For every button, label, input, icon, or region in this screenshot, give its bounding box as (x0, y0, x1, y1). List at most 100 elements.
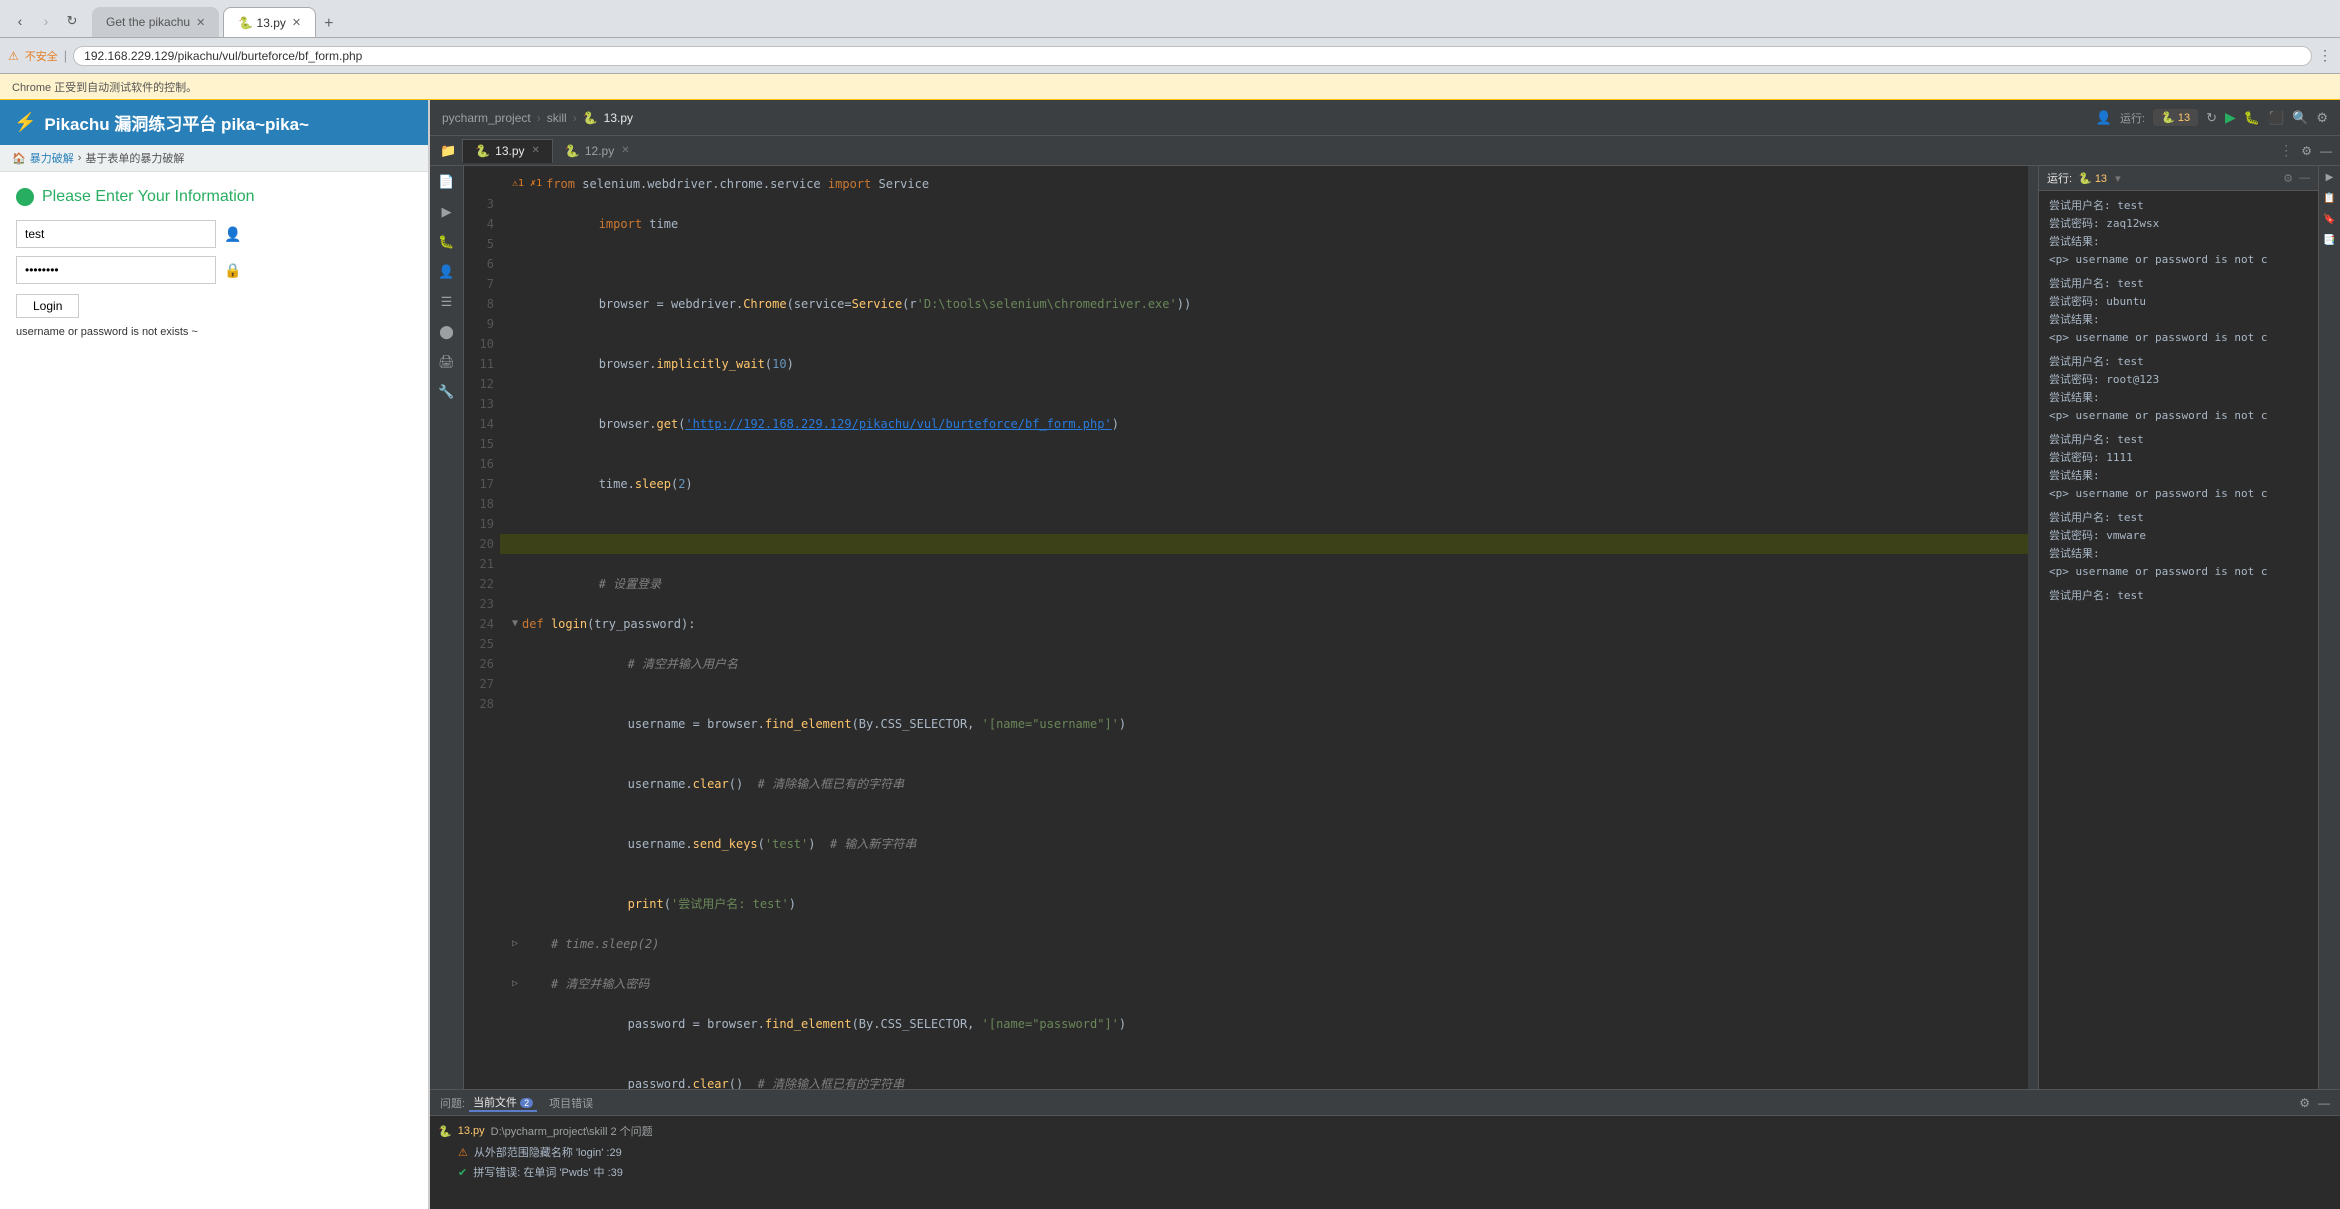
address-bar-container: ⚠ 不安全 | 192.168.229.129/pikachu/vul/burt… (0, 38, 2340, 74)
out-line-14: 尝试密码: 1111 (2049, 449, 2308, 467)
run-collapse-icon[interactable]: — (2299, 172, 2310, 184)
structure-icon[interactable]: ☰ (441, 294, 453, 310)
tab-inactive[interactable]: Get the pikachu ✕ (92, 7, 219, 37)
stop-icon[interactable]: ⬛ (2268, 110, 2284, 126)
extension-icon: ⋮ (2318, 47, 2332, 64)
run-settings-icon[interactable]: ⚙ (2283, 172, 2293, 185)
ide-path-skill: skill (547, 111, 567, 125)
code-line-8: browser.get('http://192.168.229.129/pika… (500, 394, 2028, 454)
ide-filename: 13.py (604, 111, 633, 125)
form-title: Please Enter Your Information (16, 188, 412, 206)
tab-active[interactable]: 🐍 13.py ✕ (223, 7, 316, 37)
forward-button[interactable]: › (34, 9, 58, 33)
tab-active-close[interactable]: ✕ (292, 16, 301, 29)
tab-13py[interactable]: 🐍 13.py ✕ (462, 139, 553, 163)
username-field-group: 👤 (16, 220, 412, 248)
tab-project-errors[interactable]: 项目错误 (549, 1095, 593, 1111)
settings-icon[interactable]: ⚙ (2316, 110, 2328, 126)
breakpoints-icon[interactable]: ⬤ (439, 324, 454, 340)
run-icon[interactable]: ▶ (2225, 109, 2236, 126)
out-line-6: 尝试密码: ubuntu (2049, 293, 2308, 311)
address-text[interactable]: 192.168.229.129/pikachu/vul/burteforce/b… (73, 46, 2312, 66)
problem-item-2[interactable]: ✔ 拼写错误: 在单词 'Pwds' 中 :39 (438, 1162, 2332, 1182)
settings-tab-icon[interactable]: ⚙ (2297, 144, 2316, 158)
ide-panel: pycharm_project › skill › 🐍 13.py 👤 运行: … (430, 100, 2340, 1209)
out-line-15: 尝试结果: (2049, 467, 2308, 485)
pokeball-icon: ⚡ (14, 112, 36, 133)
right-strip-icon-4[interactable]: 📑 (2323, 235, 2335, 246)
fold-marker-19: ▷ (512, 934, 518, 954)
code-content[interactable]: ⚠1 ✗1 from selenium.webdriver.chrome.ser… (500, 166, 2028, 1089)
out-line-2: 尝试密码: zaq12wsx (2049, 215, 2308, 233)
password-field-group: 🔒 (16, 256, 412, 284)
tab-12py-close[interactable]: ✕ (621, 145, 629, 156)
code-line-18: print('尝试用户名: test') (500, 874, 2028, 934)
problems-count-badge: 2 (520, 1098, 533, 1108)
breadcrumb-sep1: › (78, 152, 82, 164)
collapse-tab-icon[interactable]: — (2316, 144, 2336, 158)
ide-right-strip: ▶ 📋 🔖 📑 (2318, 166, 2340, 1089)
code-line-9: time.sleep(2) (500, 454, 2028, 514)
ok-problem-icon: ✔ (458, 1166, 467, 1179)
back-button[interactable]: ‹ (8, 9, 32, 33)
tab-current-file[interactable]: 当前文件 2 (469, 1094, 537, 1112)
problem-text-1: 从外部范围隐藏名称 'login' :29 (474, 1144, 622, 1160)
debug-sidebar-icon[interactable]: 🐛 (438, 234, 454, 250)
nav-buttons: ‹ › ↻ (8, 9, 84, 33)
code-line-3: ⚠1 ✗1 from selenium.webdriver.chrome.ser… (500, 174, 2028, 194)
bottom-settings-icon[interactable]: ⚙ (2299, 1096, 2310, 1110)
username-input[interactable] (16, 220, 216, 248)
reload-button[interactable]: ↻ (60, 9, 84, 33)
run-output-chevron[interactable]: ▾ (2115, 172, 2121, 185)
new-tab-button[interactable]: + (320, 15, 337, 33)
warning-problem-icon: ⚠ (458, 1146, 468, 1159)
profile-icon[interactable]: 👤 (2096, 110, 2112, 126)
profile-sidebar-icon[interactable]: 👤 (438, 264, 454, 280)
refresh-icon[interactable]: ↻ (2206, 110, 2217, 126)
bottom-collapse-icon[interactable]: — (2318, 1096, 2330, 1110)
problem-item-1[interactable]: ⚠ 从外部范围隐藏名称 'login' :29 (438, 1142, 2332, 1162)
file-tree-toggle[interactable]: 📁 (434, 143, 462, 159)
fold-marker-13: ▼ (512, 614, 518, 634)
warning-icon: ⚠ (8, 49, 19, 63)
right-strip-icon-1[interactable]: ▶ (2324, 172, 2335, 183)
out-line-19: 尝试结果: (2049, 545, 2308, 563)
editor-scrollbar[interactable] (2028, 166, 2038, 1089)
run-sidebar-icon[interactable]: ▶ (442, 204, 452, 220)
code-line-20 (500, 954, 2028, 974)
chrome-notice: Chrome 正受到自动测试软件的控制。 (0, 74, 2340, 100)
run-output-header: 运行: 🐍 13 ▾ ⚙ — (2039, 166, 2318, 191)
ide-left-sidebar: 📄 ▶ 🐛 👤 ☰ ⬤ 🖨 🔧 (430, 166, 464, 1089)
ide-tabs-bar: 📁 🐍 13.py ✕ 🐍 12.py ✕ ⋮ ⚙ — (430, 136, 2340, 166)
tab-12py[interactable]: 🐍 12.py ✕ (553, 140, 642, 162)
login-button[interactable]: Login (16, 294, 79, 318)
bookmark-icon[interactable]: 📄 (438, 174, 454, 190)
tab-12py-icon: 🐍 (565, 144, 580, 158)
tab-13py-icon: 🐍 (475, 144, 490, 158)
run-config-label: 运行: (2120, 110, 2145, 126)
problem-filename: 13.py (458, 1125, 485, 1137)
print-icon[interactable]: 🖨 (438, 354, 455, 370)
right-strip-icon-3[interactable]: 🔖 (2323, 214, 2335, 225)
code-line-7: browser.implicitly_wait(10) (500, 334, 2028, 394)
tab-problems-label[interactable]: 问题: (440, 1095, 465, 1111)
out-line-16: <p> username or password is not c (2049, 485, 2308, 503)
code-line-17: username.send_keys('test') # 输入新字符串 (500, 814, 2028, 874)
out-line-8: <p> username or password is not c (2049, 329, 2308, 347)
out-line-20: <p> username or password is not c (2049, 563, 2308, 581)
right-strip-icon-2[interactable]: 📋 (2323, 193, 2335, 204)
address-separator: | (64, 48, 67, 63)
tabs-more-button[interactable]: ⋮ (2275, 142, 2297, 159)
run-output-panel: 运行: 🐍 13 ▾ ⚙ — 尝试用户名: test 尝试密码: zaq12ws… (2038, 166, 2318, 1089)
nav-home[interactable]: 暴力破解 (30, 150, 74, 166)
tab-close-icon[interactable]: ✕ (196, 16, 205, 29)
line-numbers: 3 4 5 6 7 8 9 10 11 12 13 14 15 16 17 18… (464, 166, 500, 1089)
debug-icon[interactable]: 🐛 (2244, 110, 2260, 126)
tools-icon[interactable]: 🔧 (438, 384, 454, 400)
password-input[interactable] (16, 256, 216, 284)
search-icon[interactable]: 🔍 (2292, 110, 2308, 126)
tab-13py-close[interactable]: ✕ (532, 145, 540, 156)
tab-active-label: 🐍 13.py (238, 16, 286, 30)
out-line-13: 尝试用户名: test (2049, 431, 2308, 449)
problem-file-row[interactable]: 🐍 13.py D:\pycharm_project\skill 2 个问题 (438, 1120, 2332, 1142)
